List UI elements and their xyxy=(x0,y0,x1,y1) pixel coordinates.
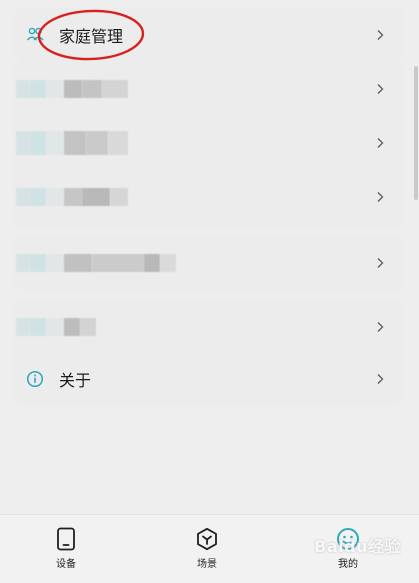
nav-label-devices: 设备 xyxy=(56,559,76,570)
blurred-text xyxy=(64,131,86,155)
chevron-right-icon xyxy=(375,30,385,40)
blurred-card-2 xyxy=(12,236,405,290)
scrollbar[interactable] xyxy=(414,66,418,200)
chevron-right-icon xyxy=(375,192,385,202)
blurred-text xyxy=(30,188,46,206)
blurred-text xyxy=(82,80,102,98)
blurred-text xyxy=(16,254,30,272)
blurred-text xyxy=(46,254,64,272)
blurred-text xyxy=(110,188,128,206)
tablet-icon xyxy=(57,527,75,551)
blurred-row-1[interactable] xyxy=(12,62,405,116)
blurred-text xyxy=(16,131,30,155)
blurred-text xyxy=(64,188,82,206)
bottom-nav: 设备 场景 我的 xyxy=(0,514,419,583)
nav-item-scenes[interactable]: 场景 xyxy=(172,527,242,577)
family-card: 家庭管理 xyxy=(12,8,405,62)
family-management-row[interactable]: 家庭管理 xyxy=(12,8,405,62)
blurred-text xyxy=(86,131,108,155)
blurred-text xyxy=(102,80,128,98)
nav-label-scenes: 场景 xyxy=(197,559,217,570)
chevron-right-icon xyxy=(375,258,385,268)
about-card: 关于 xyxy=(12,300,405,406)
blurred-text xyxy=(108,131,128,155)
smiley-icon xyxy=(337,528,359,550)
blurred-text xyxy=(64,318,80,336)
blurred-text xyxy=(92,254,144,272)
about-row[interactable]: 关于 xyxy=(12,352,405,406)
blurred-text xyxy=(16,318,30,336)
blurred-row-3[interactable] xyxy=(12,170,405,224)
family-icon xyxy=(26,26,44,44)
info-icon xyxy=(26,370,44,388)
settings-screen: 家庭管理 关于 设备 场景 我的 Baidu经验 xyxy=(0,0,419,583)
nav-item-devices[interactable]: 设备 xyxy=(31,527,101,577)
chevron-right-icon xyxy=(375,322,385,332)
nav-label-mine: 我的 xyxy=(338,559,358,570)
blurred-text xyxy=(82,188,110,206)
blurred-text xyxy=(64,254,92,272)
chevron-right-icon xyxy=(375,374,385,384)
family-management-label: 家庭管理 xyxy=(59,27,124,46)
blurred-text xyxy=(46,318,64,336)
blurred-row-5[interactable] xyxy=(12,300,405,354)
blurred-text xyxy=(46,80,64,98)
blurred-text xyxy=(30,80,46,98)
blurred-text xyxy=(46,188,64,206)
about-label: 关于 xyxy=(59,371,92,390)
cube-icon xyxy=(197,527,217,551)
blurred-text xyxy=(80,318,96,336)
blurred-text xyxy=(30,318,46,336)
blurred-text xyxy=(30,254,46,272)
blurred-text xyxy=(46,131,64,155)
blurred-text xyxy=(16,188,30,206)
chevron-right-icon xyxy=(375,84,385,94)
blurred-row-2[interactable] xyxy=(12,116,405,170)
nav-item-mine[interactable]: 我的 xyxy=(313,527,383,577)
blurred-row-4[interactable] xyxy=(12,236,405,290)
blurred-text xyxy=(16,80,30,98)
blurred-text xyxy=(144,254,160,272)
chevron-right-icon xyxy=(375,138,385,148)
blurred-text xyxy=(64,80,82,98)
blurred-card xyxy=(12,62,405,229)
blurred-text xyxy=(30,131,46,155)
blurred-text xyxy=(160,254,176,272)
